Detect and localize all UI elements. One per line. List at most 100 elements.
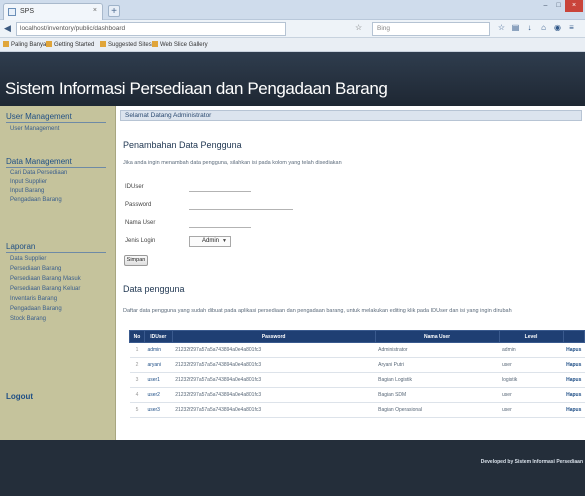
column-header-level: Level [498,330,564,343]
form-description: Jika anda ingin menambah data pengguna, … [123,160,342,166]
row-iduser-link[interactable]: user2 [144,387,173,403]
bookmark-star-icon[interactable]: ☆ [355,23,362,32]
table-row: 1 admin 21232f297a57a5a743894a0e4a801fc3… [129,342,585,358]
row-delete-link[interactable]: Hapus [563,342,585,358]
row-iduser-link[interactable]: user1 [144,372,173,388]
sidebar-item-stock-barang[interactable]: Stock Barang [10,316,46,322]
column-header-iduser: IDUser [143,330,173,343]
row-iduser-link[interactable]: user3 [144,402,173,418]
row-level: user [499,387,564,403]
level-select-value: Admin [202,238,220,244]
bookmark-folder-icon [152,41,158,47]
menu-icon[interactable]: ≡ [567,23,576,32]
sidebar-heading-data-management: Data Management [6,157,106,168]
row-password: 21232f297a57a5a743894a0e4a801fc3 [172,342,376,358]
row-nama-user: Bagian Operasional [375,402,500,418]
row-password: 21232f297a57a5a743894a0e4a801fc3 [172,387,376,403]
row-number: 4 [129,387,145,403]
tab-title: SPS [20,8,35,15]
table-description: Daftar data pengguna yang sudah dibuat p… [123,308,512,314]
iduser-label: IDUser [125,184,144,190]
bookmarks-bar: Paling Banyak Getting Started Suggested … [0,38,585,52]
sidebar-item-data-supplier[interactable]: Data Supplier [10,256,46,262]
password-input[interactable] [189,201,293,210]
maximize-button[interactable]: □ [552,0,565,12]
close-tab-icon[interactable]: × [93,7,97,14]
bookmark-item[interactable]: Getting Started [46,41,94,48]
level-select[interactable]: Admin ▼ [189,236,231,247]
column-header-no: No [129,330,145,343]
row-level: logistik [499,372,564,388]
address-bar[interactable]: localhost/inventory/public/dashboard [16,22,286,36]
welcome-banner: Selamat Datang Administrator [120,110,582,121]
row-nama-user: Administrator [375,342,500,358]
chevron-down-icon: ▼ [222,238,227,244]
browser-nav-bar: ◀ localhost/inventory/public/dashboard ☆… [0,20,585,38]
nama-user-input[interactable] [189,219,251,228]
sidebar-item-inventaris-barang[interactable]: Inventaris Barang [10,296,57,302]
sidebar-item-barang-masuk[interactable]: Persediaan Barang Masuk [10,276,81,282]
logout-link[interactable]: Logout [6,392,33,401]
row-delete-link[interactable]: Hapus [563,357,585,373]
sidebar-item-laporan-pengadaan[interactable]: Pengadaan Barang [10,306,62,312]
browser-tab[interactable]: SPS × [3,3,103,20]
row-level: user [499,357,564,373]
star-icon[interactable]: ☆ [497,23,506,32]
row-delete-link[interactable]: Hapus [563,387,585,403]
bookmark-item[interactable]: Web Slice Gallery [152,41,208,48]
bookmark-folder-icon [100,41,106,47]
users-table: No IDUser Password Nama User Level 1 adm… [129,330,585,418]
page-favicon-icon [8,8,16,16]
row-delete-link[interactable]: Hapus [563,372,585,388]
sidebar-item-input-barang[interactable]: Input Barang [10,188,44,194]
browser-search-input[interactable]: Bing [372,22,490,36]
sidebar: User Management User Management Data Man… [0,106,116,440]
table-row: 2 aryani 21232f297a57a5a743894a0e4a801fc… [129,357,585,373]
column-header-nama-user: Nama User [374,330,500,343]
sidebar-heading-user-management: User Management [6,112,106,123]
row-number: 1 [129,342,145,358]
row-nama-user: Aryani Putri [375,357,500,373]
table-row: 4 user2 21232f297a57a5a743894a0e4a801fc3… [129,387,585,403]
bookmark-folder-icon [46,41,52,47]
bookmark-item[interactable]: Suggested Sites [100,41,152,48]
back-arrow-icon[interactable]: ◀ [4,23,11,34]
sidebar-item-user-management[interactable]: User Management [10,126,59,132]
row-password: 21232f297a57a5a743894a0e4a801fc3 [172,372,376,388]
pocket-icon[interactable]: ◉ [553,23,562,32]
row-iduser-link[interactable]: admin [144,342,173,358]
sidebar-heading-laporan: Laporan [6,242,106,253]
main-content: Selamat Datang Administrator Penambahan … [117,106,585,440]
iduser-input[interactable] [189,183,251,192]
row-password: 21232f297a57a5a743894a0e4a801fc3 [172,357,376,373]
row-number: 2 [129,357,145,373]
level-label: Jenis Login [125,238,156,244]
table-row: 5 user3 21232f297a57a5a743894a0e4a801fc3… [129,402,585,418]
row-level: admin [499,342,564,358]
site-header: Sistem Informasi Persediaan dan Pengadaa… [0,52,585,106]
clipboard-icon[interactable]: ▤ [511,23,520,32]
row-delete-link[interactable]: Hapus [563,402,585,418]
site-footer: Developed by Sistem Informasi Persediaan [0,440,585,496]
column-header-password: Password [171,330,376,343]
minimize-button[interactable]: – [539,0,552,12]
home-icon[interactable]: ⌂ [539,23,548,32]
save-button[interactable]: Simpan [124,255,148,266]
row-password: 21232f297a57a5a743894a0e4a801fc3 [172,402,376,418]
sidebar-item-persediaan-barang[interactable]: Persediaan Barang [10,266,61,272]
sidebar-item-cari-data[interactable]: Cari Data Persediaan [10,170,67,176]
browser-tab-bar: SPS × + – □ × [0,0,585,20]
row-nama-user: Bagian Logistik [375,372,500,388]
download-icon[interactable]: ↓ [525,23,534,32]
table-row: 3 user1 21232f297a57a5a743894a0e4a801fc3… [129,372,585,388]
bookmark-item[interactable]: Paling Banyak [3,41,49,48]
sidebar-item-input-supplier[interactable]: Input Supplier [10,179,47,185]
window-controls: – □ × [539,0,583,14]
sidebar-item-pengadaan-barang[interactable]: Pengadaan Barang [10,197,62,203]
row-iduser-link[interactable]: aryani [144,357,173,373]
close-window-button[interactable]: × [565,0,583,12]
sidebar-item-barang-keluar[interactable]: Persediaan Barang Keluar [10,286,80,292]
new-tab-button[interactable]: + [108,5,120,17]
browser-toolbar: ☆ ▤ ↓ ⌂ ◉ ≡ [497,23,576,32]
footer-credit: Developed by Sistem Informasi Persediaan [480,459,583,465]
